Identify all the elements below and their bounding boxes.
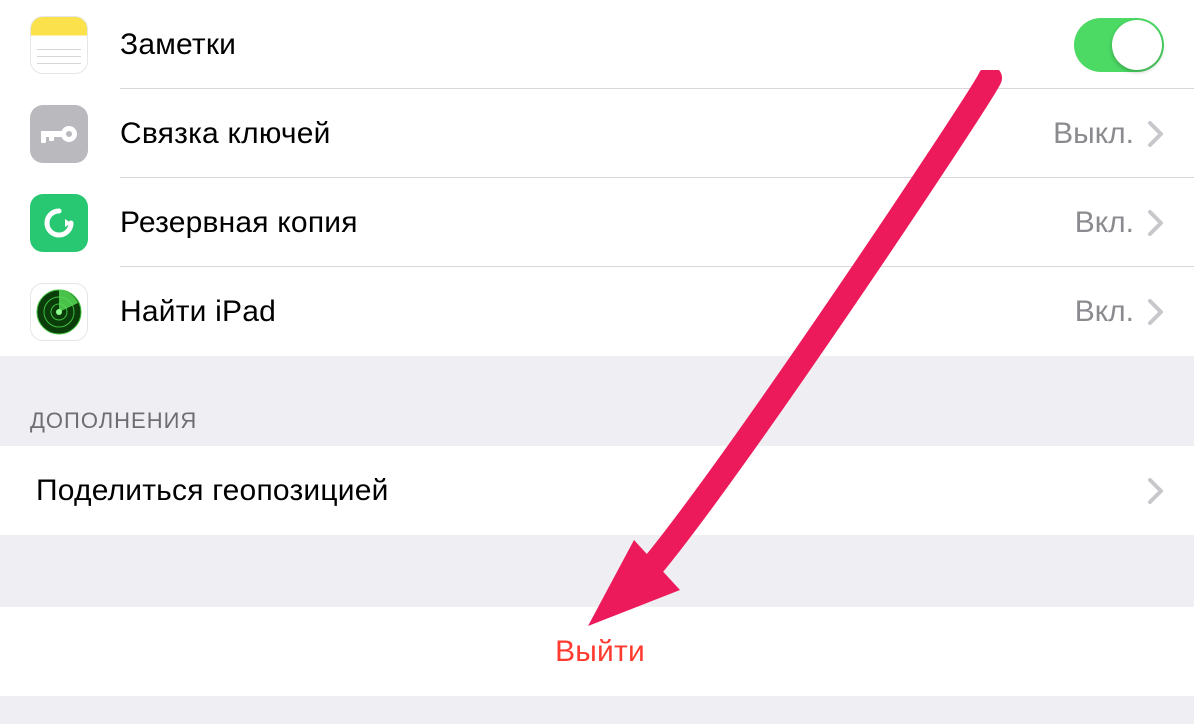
section-gap (0, 535, 1194, 607)
settings-group-signout: Выйти (0, 607, 1194, 696)
settings-group-icloud: Заметки Связка ключей Выкл. (0, 0, 1194, 356)
chevron-right-icon (1148, 210, 1164, 236)
settings-group-additions: Поделиться геопозицией (0, 446, 1194, 535)
row-find-ipad[interactable]: Найти iPad Вкл. (0, 267, 1194, 356)
row-label: Связка ключей (120, 117, 1053, 151)
row-value: Выкл. (1053, 117, 1134, 151)
chevron-right-icon (1148, 299, 1164, 325)
chevron-right-icon (1148, 121, 1164, 147)
row-label: Поделиться геопозицией (36, 474, 1148, 508)
row-label: Заметки (120, 28, 1074, 62)
section-header-additions: ДОПОЛНЕНИЯ (0, 356, 1194, 446)
row-value: Вкл. (1075, 295, 1134, 329)
row-value: Вкл. (1075, 206, 1134, 240)
row-keychain[interactable]: Связка ключей Выкл. (0, 89, 1194, 178)
key-icon (30, 105, 88, 163)
signout-button[interactable]: Выйти (0, 607, 1194, 696)
backup-icon (30, 194, 88, 252)
row-share-location[interactable]: Поделиться геопозицией (0, 446, 1194, 535)
row-label: Найти iPad (120, 295, 1075, 329)
row-backup[interactable]: Резервная копия Вкл. (0, 178, 1194, 267)
notes-toggle[interactable] (1074, 18, 1164, 72)
signout-label: Выйти (555, 635, 645, 669)
radar-icon (30, 283, 88, 341)
chevron-right-icon (1148, 478, 1164, 504)
row-notes[interactable]: Заметки (0, 0, 1194, 89)
notes-icon (30, 16, 88, 74)
row-label: Резервная копия (120, 206, 1075, 240)
